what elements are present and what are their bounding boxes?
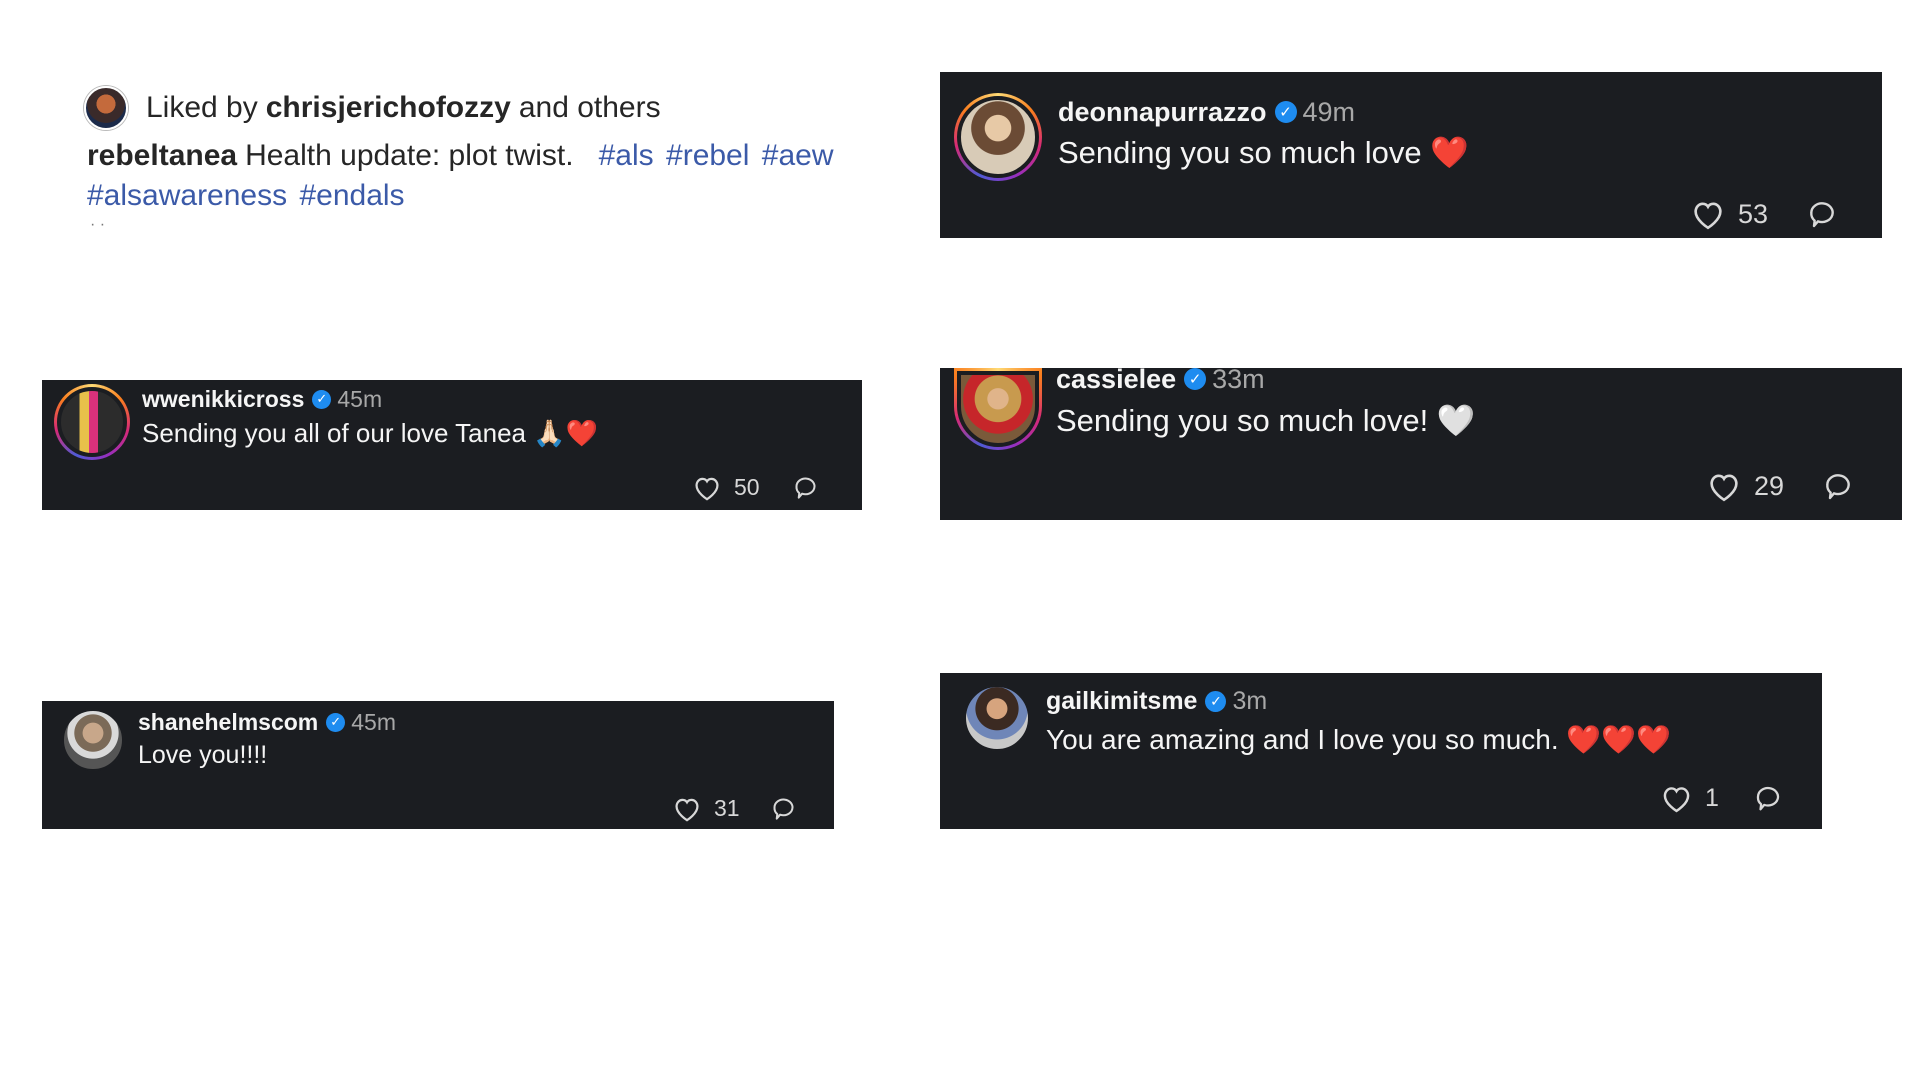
liker-avatar[interactable] — [84, 86, 128, 130]
verified-badge-icon: ✓ — [1205, 690, 1227, 712]
comment-card: deonnapurrazzo ✓ 49m Sending you so much… — [940, 72, 1882, 238]
hashtag[interactable]: #endals — [299, 179, 404, 212]
comment-time: 3m — [1232, 686, 1268, 715]
comment-username[interactable]: cassielee — [1056, 364, 1176, 395]
verified-badge-icon: ✓ — [312, 389, 332, 409]
comment-message: Sending you so much love ❤️ — [1058, 134, 1469, 171]
hashtag[interactable]: #aew — [762, 139, 834, 172]
like-count: 1 — [1705, 783, 1719, 812]
avatar[interactable] — [954, 93, 1042, 181]
like-count: 50 — [734, 474, 760, 500]
caption-author[interactable]: rebeltanea — [87, 139, 237, 172]
verified-badge-icon: ✓ — [326, 712, 346, 732]
speech-bubble-icon[interactable] — [1822, 470, 1854, 502]
comment-header: gailkimitsme ✓ 3m — [1046, 685, 1267, 717]
speech-bubble-icon[interactable] — [792, 474, 819, 501]
comment-message: Sending you all of our love Tanea 🙏🏻❤️ — [142, 418, 598, 449]
hashtag[interactable]: #rebel — [666, 139, 749, 172]
comment-card: shanehelmscom ✓ 45m Love you!!!! 31 — [42, 701, 834, 829]
comment-header: cassielee ✓ 33m — [1056, 362, 1265, 396]
comment-text: Love you!!!! — [138, 741, 268, 769]
comment-username[interactable]: gailkimitsme — [1046, 687, 1197, 716]
heart-outline-icon[interactable] — [672, 795, 702, 822]
comment-emoji: ❤️❤️❤️ — [1566, 723, 1671, 756]
comment-username[interactable]: wwenikkicross — [142, 386, 304, 413]
comment-emoji: 🙏🏻❤️ — [533, 419, 599, 449]
caption-text: Health update: plot twist. — [245, 139, 574, 172]
liked-by-row[interactable]: Liked by chrisjerichofozzy and others — [84, 84, 884, 132]
caption-body: rebeltanea Health update: plot twist. #al… — [87, 136, 884, 216]
comment-text: You are amazing and I love you so much. — [1046, 724, 1559, 755]
verified-badge-icon: ✓ — [1184, 368, 1207, 390]
comment-emoji: 🤍 — [1436, 403, 1476, 439]
comment-card: cassielee ✓ 33m Sending you so much love… — [940, 364, 1902, 520]
comment-text: Sending you so much love! — [1056, 403, 1429, 438]
comment-header: shanehelmscom ✓ 45m — [138, 707, 396, 737]
comment-message: Love you!!!! — [138, 741, 267, 770]
heart-outline-icon[interactable] — [692, 474, 722, 501]
avatar[interactable] — [54, 384, 130, 460]
comment-time: 33m — [1212, 363, 1265, 394]
comment-username[interactable]: shanehelmscom — [138, 709, 318, 736]
comment-header: deonnapurrazzo ✓ 49m — [1058, 94, 1355, 130]
comment-actions: 29 — [1706, 470, 1854, 502]
comment-emoji: ❤️ — [1430, 135, 1469, 171]
comment-username[interactable]: deonnapurrazzo — [1058, 97, 1267, 128]
caption-truncation: · · — [90, 216, 106, 226]
like-count: 53 — [1738, 198, 1769, 229]
comment-card: gailkimitsme ✓ 3m You are amazing and I … — [940, 673, 1822, 829]
speech-bubble-icon[interactable] — [1753, 783, 1783, 813]
comment-time: 45m — [337, 385, 383, 412]
like-count: 31 — [714, 795, 740, 821]
comment-actions: 31 — [672, 795, 797, 822]
liked-user[interactable]: chrisjerichofozzy — [266, 91, 511, 125]
verified-badge-icon: ✓ — [1274, 101, 1297, 123]
avatar[interactable] — [62, 709, 124, 771]
comment-text: Sending you so much love — [1058, 135, 1422, 170]
liked-suffix[interactable]: and others — [519, 91, 661, 125]
heart-outline-icon[interactable] — [1660, 783, 1693, 813]
comment-time: 49m — [1302, 96, 1356, 127]
avatar[interactable] — [954, 368, 1042, 450]
comment-card: wwenikkicross ✓ 45m Sending you all of o… — [42, 380, 862, 510]
speech-bubble-icon[interactable] — [770, 795, 797, 822]
comment-actions: 53 — [1690, 198, 1838, 230]
comment-text: Sending you all of our love Tanea — [142, 418, 527, 448]
hashtag[interactable]: #alsawareness — [87, 179, 287, 212]
comment-time: 45m — [351, 708, 396, 735]
post-caption: Liked by chrisjerichofozzy and others re… — [84, 84, 884, 226]
comment-actions: 50 — [692, 474, 819, 501]
heart-outline-icon[interactable] — [1706, 470, 1742, 502]
comment-header: wwenikkicross ✓ 45m — [142, 384, 382, 414]
speech-bubble-icon[interactable] — [1806, 198, 1838, 230]
comment-message: You are amazing and I love you so much. … — [1046, 723, 1671, 756]
avatar[interactable] — [964, 685, 1030, 751]
like-count: 29 — [1754, 470, 1785, 501]
comment-message: Sending you so much love! 🤍 — [1056, 402, 1475, 439]
hashtag[interactable]: #als — [599, 139, 654, 172]
comment-actions: 1 — [1660, 783, 1783, 813]
heart-outline-icon[interactable] — [1690, 198, 1726, 230]
liked-prefix: Liked by — [146, 91, 258, 124]
